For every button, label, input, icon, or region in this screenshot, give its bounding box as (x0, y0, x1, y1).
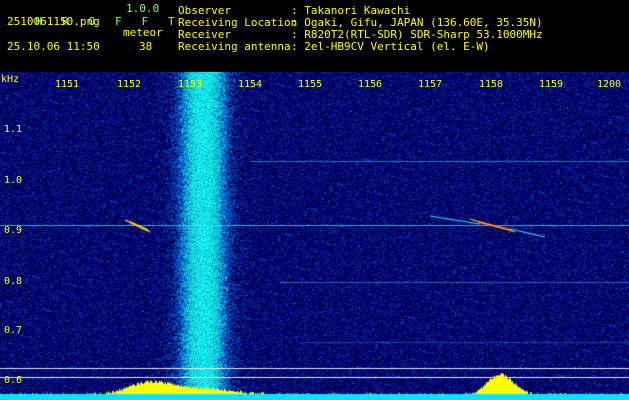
antenna-value: : 2el-HB9CV Vertical (el. E-W) (291, 40, 490, 53)
y-tick-0.7: 0.7 (4, 325, 23, 336)
x-tick-1152: 1152 (117, 79, 142, 90)
file-name: 2510061150.png (7, 15, 100, 28)
x-tick-1157: 1157 (418, 79, 443, 90)
x-tick-1200: 1200 (597, 79, 622, 90)
y-tick-1.0: 1.0 (4, 175, 23, 186)
spectrogram (0, 72, 629, 400)
header-panel: H R O F F T 1.0.0 2510061150.png meteor … (0, 0, 629, 72)
x-tick-1151: 1151 (55, 79, 80, 90)
y-tick-0.6: 0.6 (4, 375, 23, 386)
y-tick-0.9: 0.9 (4, 225, 23, 236)
x-tick-1153: 1153 (178, 79, 203, 90)
x-tick-1155: 1155 (298, 79, 323, 90)
x-tick-1158: 1158 (479, 79, 504, 90)
meteor-count: 38 (139, 40, 153, 53)
x-tick-1154: 1154 (238, 79, 263, 90)
antenna-key: Receiving antenna (178, 40, 291, 53)
x-tick-1159: 1159 (539, 79, 564, 90)
app-version: 1.0.0 (126, 2, 160, 15)
y-tick-1.1: 1.1 (4, 124, 23, 135)
y-tick-0.8: 0.8 (4, 276, 23, 287)
date-time: 25.10.06 11:50 (7, 40, 100, 53)
x-tick-1156: 1156 (358, 79, 383, 90)
y-axis-unit: kHz (1, 74, 20, 85)
mode-label: meteor (123, 26, 163, 39)
